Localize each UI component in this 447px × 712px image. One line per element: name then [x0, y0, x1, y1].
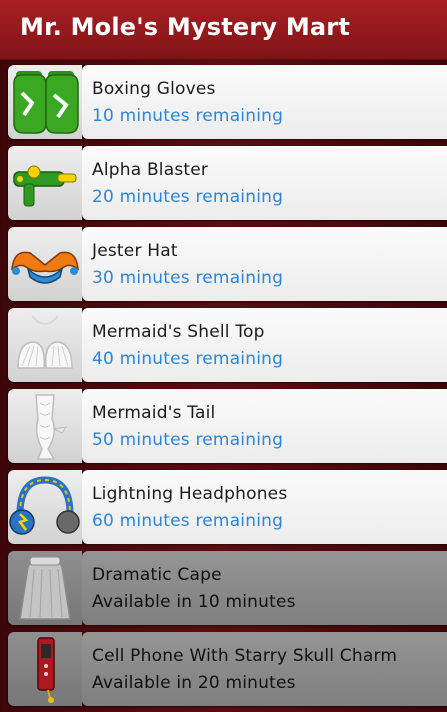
page-title: Mr. Mole's Mystery Mart: [20, 13, 351, 41]
item-thumbnail: [8, 632, 82, 706]
headphones-icon: [9, 476, 80, 535]
item-thumbnail: [8, 227, 82, 301]
item-name: Boxing Gloves: [92, 79, 216, 99]
item-status: 10 minutes remaining: [92, 106, 284, 126]
item-name: Lightning Headphones: [92, 484, 288, 504]
item-status: 50 minutes remaining: [92, 430, 284, 450]
list-item-jester-hat[interactable]: Jester Hat 30 minutes remaining: [8, 227, 447, 301]
boxing-gloves-icon: [13, 71, 79, 134]
mermaid-tail-icon: [35, 394, 68, 460]
item-list: Boxing Gloves 10 minutes remaining Alpha…: [0, 60, 447, 712]
list-item-mermaids-tail[interactable]: Mermaid's Tail 50 minutes remaining: [8, 389, 447, 463]
item-name: Mermaid's Tail: [92, 403, 216, 423]
blaster-icon: [13, 165, 77, 207]
item-thumbnail: [8, 146, 82, 220]
list-item-mermaids-shell-top[interactable]: Mermaid's Shell Top 40 minutes remaining: [8, 308, 447, 382]
item-thumbnail: [8, 470, 82, 544]
item-name: Jester Hat: [92, 241, 178, 261]
list-item-boxing-gloves[interactable]: Boxing Gloves 10 minutes remaining: [8, 65, 447, 139]
item-status: 20 minutes remaining: [92, 187, 284, 207]
cape-icon: [19, 556, 71, 620]
shell-top-icon: [17, 315, 73, 369]
item-thumbnail: [8, 551, 82, 625]
item-status: 30 minutes remaining: [92, 268, 284, 288]
jester-hat-icon: [11, 251, 79, 284]
item-thumbnail: [8, 308, 82, 382]
item-status: Available in 20 minutes: [92, 673, 296, 693]
list-item-dramatic-cape[interactable]: Dramatic Cape Available in 10 minutes: [8, 551, 447, 625]
item-thumbnail: [8, 65, 82, 139]
item-name: Mermaid's Shell Top: [92, 322, 265, 342]
list-item-alpha-blaster[interactable]: Alpha Blaster 20 minutes remaining: [8, 146, 447, 220]
item-status: 40 minutes remaining: [92, 349, 284, 369]
list-item-cell-phone[interactable]: Cell Phone With Starry Skull Charm Avail…: [8, 632, 447, 706]
cell-phone-icon: [37, 637, 55, 703]
app-header: Mr. Mole's Mystery Mart: [0, 0, 447, 60]
item-thumbnail: [8, 389, 82, 463]
list-item-lightning-headphones[interactable]: Lightning Headphones 60 minutes remainin…: [8, 470, 447, 544]
item-name: Dramatic Cape: [92, 565, 222, 585]
item-name: Alpha Blaster: [92, 160, 209, 180]
item-status: 60 minutes remaining: [92, 511, 284, 531]
item-status: Available in 10 minutes: [92, 592, 296, 612]
item-name: Cell Phone With Starry Skull Charm: [92, 646, 398, 666]
